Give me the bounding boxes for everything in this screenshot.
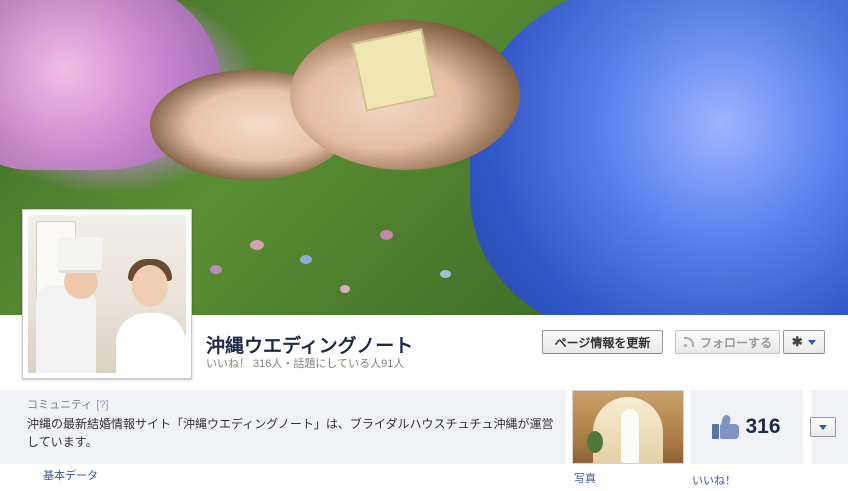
cover-petal	[340, 285, 350, 293]
gear-icon: ✱	[791, 334, 803, 349]
cover-petal	[300, 255, 312, 264]
photos-label[interactable]: 写真	[574, 470, 596, 486]
profile-bride	[116, 313, 186, 373]
cover-petal	[250, 240, 264, 250]
likes-count: 316	[745, 415, 781, 438]
cover-book	[351, 28, 437, 112]
photos-tile[interactable]	[572, 390, 684, 464]
cover-petal	[440, 270, 451, 278]
follow-label: フォローする	[700, 335, 773, 350]
about-category: コミュニティ [?]	[27, 396, 566, 412]
about-box[interactable]: コミュニティ [?] 沖縄の最新結婚情報サイト「沖縄ウエディングノート」は、ブライ…	[0, 390, 566, 464]
apps-expand-button[interactable]	[810, 417, 836, 437]
about-description: 沖縄の最新結婚情報サイト「沖縄ウエディングノート」は、ブライダルハウスチュチュ沖…	[27, 417, 554, 449]
photo-bride	[621, 409, 639, 463]
update-page-info-button[interactable]: ページ情報を更新	[542, 330, 663, 354]
profile-groom	[36, 285, 96, 373]
follow-button[interactable]: フォローする	[675, 330, 780, 354]
profile-bride-face	[132, 265, 168, 307]
page-stats: いいね！ 316人・話題にしている人91人	[206, 358, 405, 370]
basic-data-link[interactable]: 基本データ	[43, 467, 98, 483]
photo-plant	[587, 431, 603, 453]
update-page-info-label: ページ情報を更新	[554, 335, 651, 350]
likes-label[interactable]: いいね！	[692, 472, 736, 488]
cover-petal	[380, 230, 393, 240]
profile-photo	[28, 215, 186, 373]
profile-top-hat	[58, 237, 102, 273]
rss-icon	[684, 337, 694, 347]
profile-picture[interactable]	[22, 209, 192, 379]
category-label: コミュニティ	[27, 399, 93, 411]
settings-dropdown-button[interactable]: ✱	[783, 330, 825, 354]
thumbs-up-icon	[712, 414, 740, 439]
cover-blue-dress	[470, 0, 848, 315]
chevron-down-icon	[819, 424, 827, 430]
chevron-down-icon	[808, 339, 817, 345]
likes-tile[interactable]: 316	[690, 390, 803, 464]
cover-petal	[210, 265, 222, 274]
page-title[interactable]: 沖縄ウエディングノート	[206, 331, 413, 358]
photos-thumbnail	[573, 391, 683, 463]
category-help-link[interactable]: [?]	[96, 399, 108, 411]
